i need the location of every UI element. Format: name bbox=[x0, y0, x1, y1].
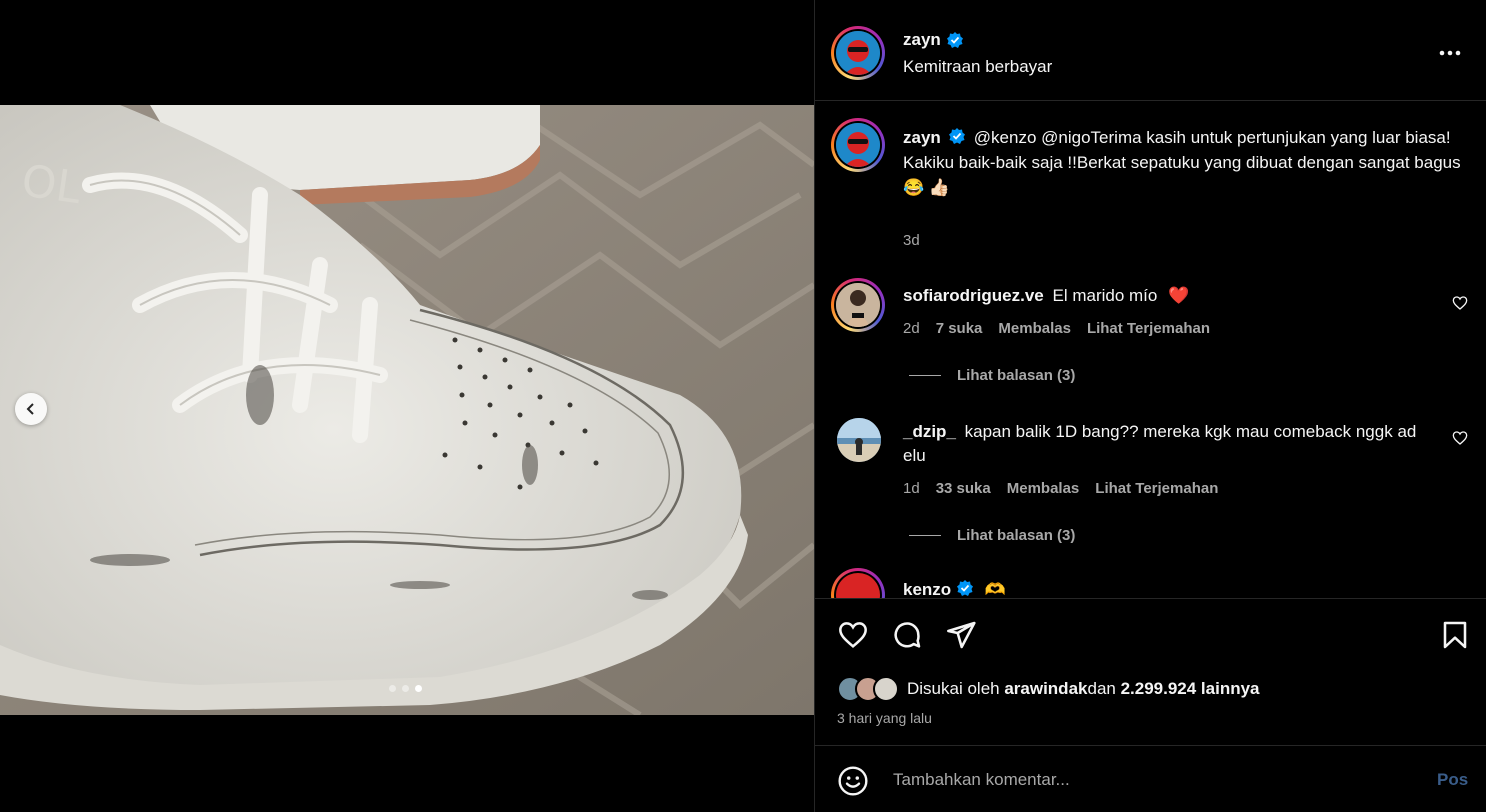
liked-by-user[interactable]: arawindak bbox=[1004, 679, 1087, 699]
add-comment-bar: Pos bbox=[815, 745, 1486, 812]
comment-body: El marido mío bbox=[1052, 286, 1158, 305]
comment-2-text: _dzip_ kapan balik 1D bang?? mereka kgk … bbox=[903, 420, 1443, 468]
view-replies-button[interactable]: Lihat balasan (3) bbox=[909, 367, 1075, 384]
comments-list[interactable]: zayn @kenzo @nigoTerima kasih untuk pert… bbox=[815, 101, 1486, 598]
post-panel: zayn Kemitraan berbayar zayn @kenzo @nig… bbox=[814, 0, 1486, 812]
verified-badge-icon bbox=[948, 128, 965, 144]
carousel-dot bbox=[389, 685, 396, 692]
post-media: OL bbox=[0, 0, 814, 812]
replies-divider-line bbox=[909, 535, 941, 536]
post-photo[interactable]: OL bbox=[0, 105, 814, 715]
comment-time[interactable]: 2d bbox=[903, 320, 920, 337]
carousel-dot bbox=[402, 685, 409, 692]
post-actions: Disukai oleh arawindak dan 2.299.924 lai… bbox=[815, 598, 1486, 745]
likes-summary: Disukai oleh arawindak dan 2.299.924 lai… bbox=[837, 676, 1260, 702]
comment-username[interactable]: kenzo bbox=[903, 580, 951, 598]
author-avatar[interactable] bbox=[831, 26, 885, 80]
verified-badge-icon bbox=[957, 580, 974, 596]
see-translation-button[interactable]: Lihat Terjemahan bbox=[1095, 480, 1218, 497]
comment-1-meta: 2d 7 suka Membalas Lihat Terjemahan bbox=[903, 320, 1226, 337]
caption-emojis: 😂 👍🏻 bbox=[903, 178, 951, 197]
comment-bubble-icon[interactable] bbox=[891, 619, 923, 651]
chevron-left-icon bbox=[26, 403, 34, 415]
liked-by-prefix: Disukai oleh bbox=[907, 679, 1005, 698]
svg-text:OL: OL bbox=[18, 155, 84, 214]
reply-button[interactable]: Membalas bbox=[998, 320, 1071, 337]
share-send-icon[interactable] bbox=[945, 619, 977, 651]
comment-username[interactable]: _dzip_ bbox=[903, 422, 956, 441]
reply-button[interactable]: Membalas bbox=[1007, 480, 1080, 497]
caption-avatar[interactable] bbox=[831, 118, 885, 172]
likes-count[interactable]: 2.299.924 lainnya bbox=[1121, 679, 1260, 699]
sneaker-photo: OL bbox=[0, 105, 814, 715]
liker-avatar bbox=[873, 676, 899, 702]
post-comment-button[interactable]: Pos bbox=[1437, 770, 1468, 790]
comment-time[interactable]: 1d bbox=[903, 480, 920, 497]
more-options-icon[interactable] bbox=[1437, 40, 1463, 66]
like-heart-icon[interactable] bbox=[837, 619, 869, 651]
commenter-avatar[interactable] bbox=[837, 418, 881, 462]
comment-input[interactable] bbox=[891, 762, 1415, 798]
replies-divider-line bbox=[909, 375, 941, 376]
carousel-prev-button[interactable] bbox=[15, 393, 47, 425]
author-username[interactable]: zayn bbox=[903, 30, 941, 50]
comment-body: kapan balik 1D bang?? mereka kgk mau com… bbox=[903, 422, 1417, 465]
commenter-avatar[interactable] bbox=[831, 278, 885, 332]
caption-mentions[interactable]: @kenzo @nigo bbox=[974, 128, 1091, 147]
carousel-indicator bbox=[389, 685, 422, 692]
likers-avatars[interactable] bbox=[837, 676, 899, 702]
view-replies-label[interactable]: Lihat balasan (3) bbox=[957, 527, 1075, 544]
liked-by-middle: dan bbox=[1087, 679, 1121, 698]
comment-3-text: kenzo 🫶 bbox=[903, 578, 1443, 598]
verified-badge-icon bbox=[946, 32, 963, 48]
paid-partnership-label[interactable]: Kemitraan berbayar bbox=[903, 57, 1052, 77]
caption-meta: 3d bbox=[903, 232, 936, 249]
comment-like-heart-icon[interactable] bbox=[1452, 430, 1468, 446]
avatar-image bbox=[836, 123, 880, 167]
comment-likes[interactable]: 33 suka bbox=[936, 480, 991, 497]
avatar-image bbox=[836, 31, 880, 75]
comment-2-meta: 1d 33 suka Membalas Lihat Terjemahan bbox=[903, 480, 1234, 497]
view-replies-button[interactable]: Lihat balasan (3) bbox=[909, 527, 1075, 544]
caption-time[interactable]: 3d bbox=[903, 232, 920, 249]
see-translation-button[interactable]: Lihat Terjemahan bbox=[1087, 320, 1210, 337]
comment-username[interactable]: sofiarodriguez.ve bbox=[903, 286, 1044, 305]
post-caption: zayn @kenzo @nigoTerima kasih untuk pert… bbox=[903, 125, 1463, 200]
view-replies-label[interactable]: Lihat balasan (3) bbox=[957, 367, 1075, 384]
comment-likes[interactable]: 7 suka bbox=[936, 320, 983, 337]
caption-username[interactable]: zayn bbox=[903, 128, 941, 147]
post-time-ago[interactable]: 3 hari yang lalu bbox=[837, 710, 932, 726]
avatar-image bbox=[836, 283, 880, 327]
comment-1-text: sofiarodriguez.ve El marido mío ❤️ bbox=[903, 284, 1443, 308]
emoji-smiley-icon[interactable] bbox=[837, 765, 869, 797]
avatar-image bbox=[837, 418, 881, 462]
comment-emoji: ❤️ bbox=[1168, 286, 1190, 305]
post-header: zayn Kemitraan berbayar bbox=[815, 0, 1486, 101]
comment-like-heart-icon[interactable] bbox=[1452, 295, 1468, 311]
save-bookmark-icon[interactable] bbox=[1439, 619, 1471, 651]
comment-emoji: 🫶 bbox=[984, 580, 1007, 598]
commenter-avatar[interactable] bbox=[831, 568, 885, 598]
carousel-dot-active bbox=[415, 685, 422, 692]
